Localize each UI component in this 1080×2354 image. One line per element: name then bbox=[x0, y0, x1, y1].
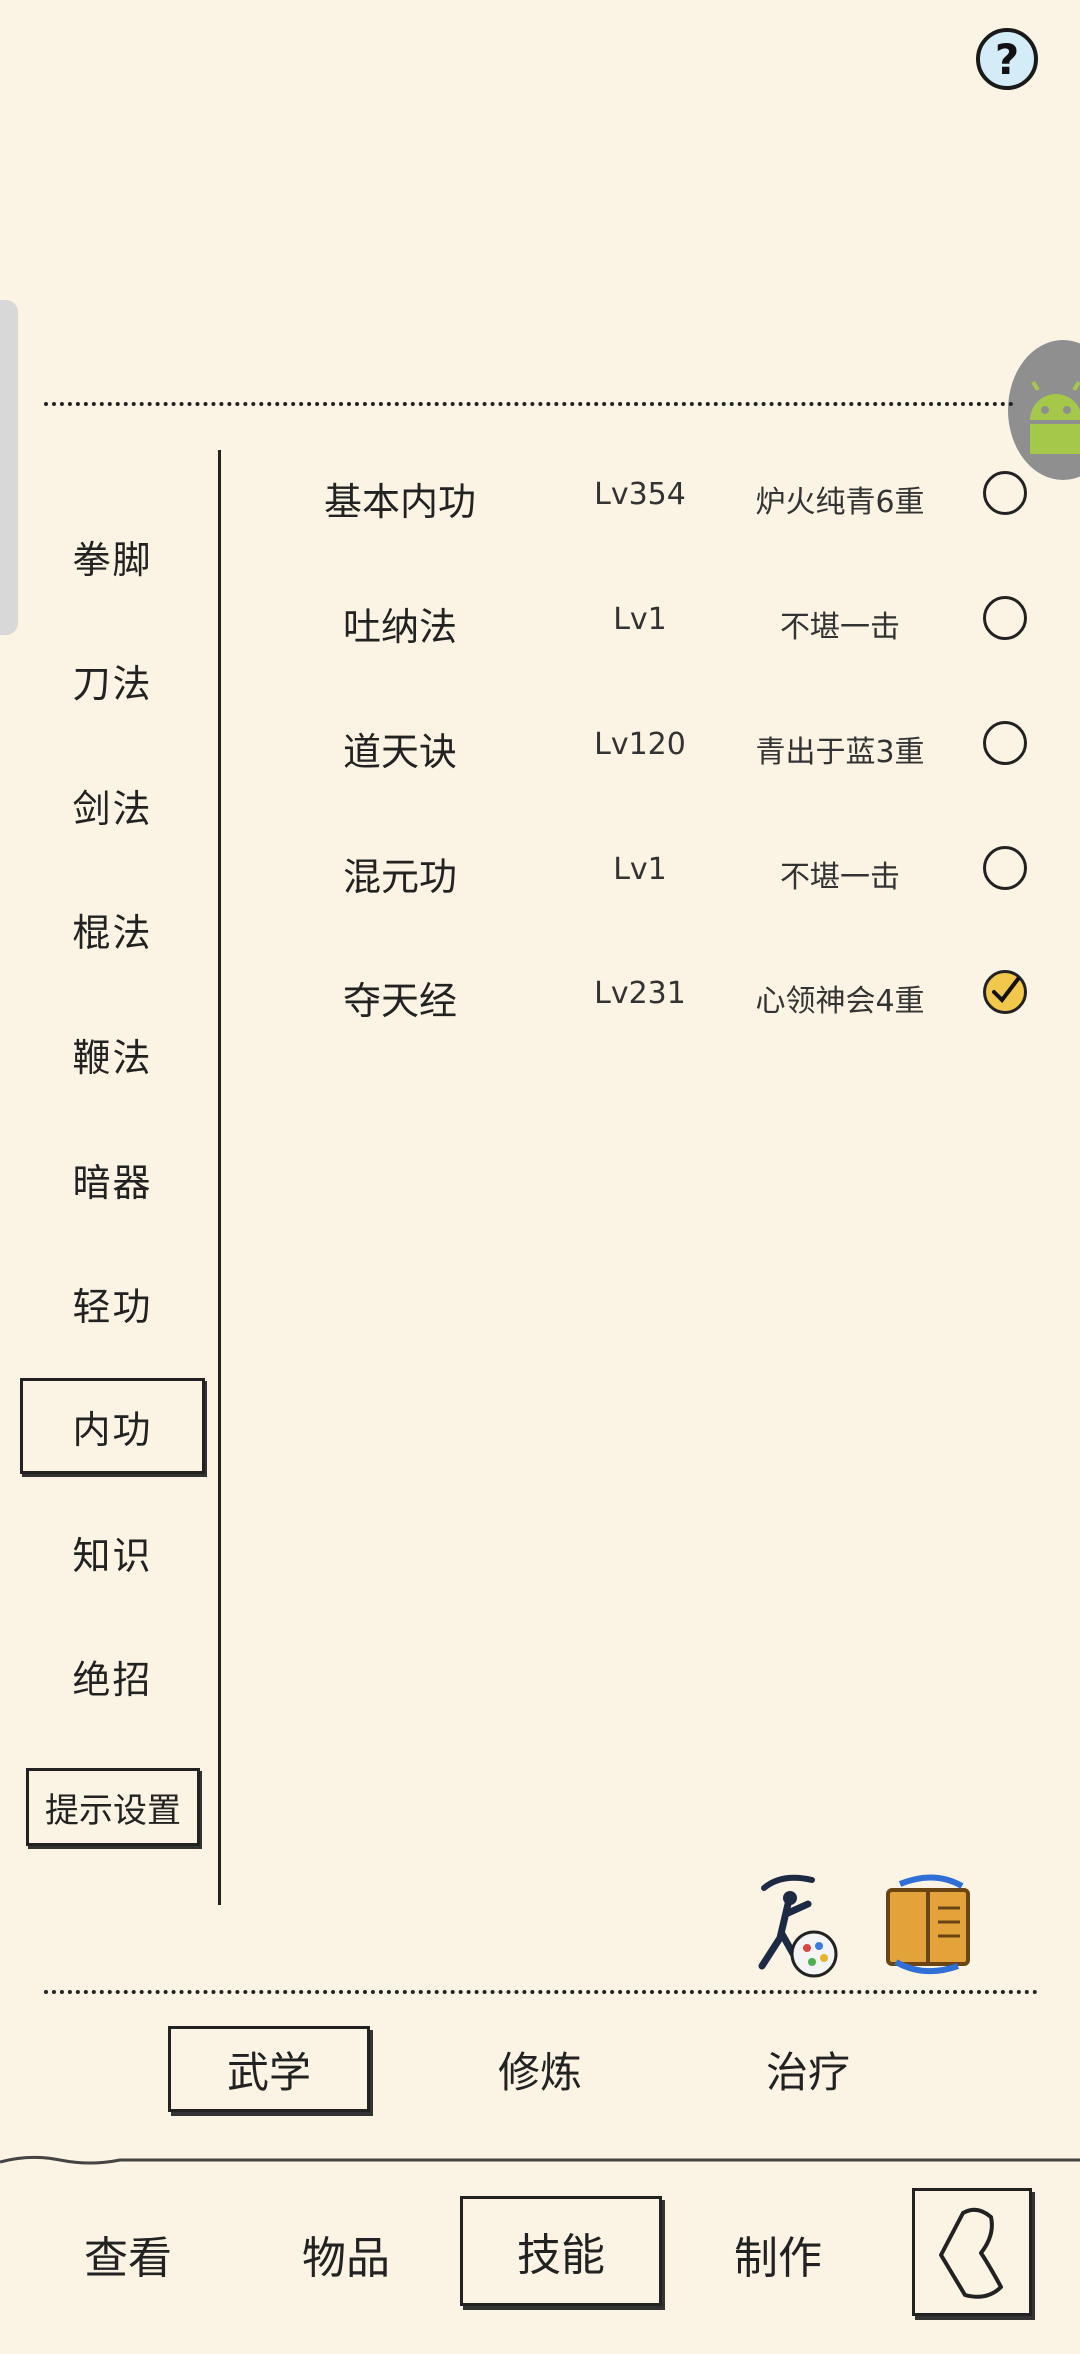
skill-select-radio[interactable] bbox=[983, 846, 1027, 890]
skill-select-radio[interactable] bbox=[983, 596, 1027, 640]
category-bianfa[interactable]: 鞭法 bbox=[20, 1016, 205, 1092]
subtab-label: 修炼 bbox=[497, 2047, 582, 2097]
bottom-divider bbox=[44, 1990, 1038, 1994]
martial-art-style-icon[interactable] bbox=[742, 1868, 842, 1978]
edge-drawer-handle[interactable] bbox=[0, 300, 18, 635]
skill-name: 混元功 bbox=[342, 855, 457, 899]
category-gunfa[interactable]: 棍法 bbox=[20, 891, 205, 967]
skill-swap-book-icon[interactable] bbox=[874, 1870, 984, 1980]
nav-view[interactable]: 查看 bbox=[30, 2210, 226, 2298]
category-label: 剑法 bbox=[72, 786, 153, 831]
nav-items[interactable]: 物品 bbox=[248, 2210, 444, 2298]
skill-row[interactable]: 混元功 Lv1 不堪一击 bbox=[280, 830, 1050, 910]
category-label: 拳脚 bbox=[72, 537, 153, 582]
skill-tier: 不堪一击 bbox=[780, 860, 900, 895]
subtab-label: 治疗 bbox=[765, 2047, 850, 2097]
skill-level: Lv231 bbox=[594, 976, 686, 1011]
nav-label: 查看 bbox=[84, 2233, 172, 2284]
skill-tier: 炉火纯青6重 bbox=[755, 485, 925, 520]
subtab-label: 武学 bbox=[226, 2047, 311, 2097]
back-arrow-icon bbox=[939, 2207, 1003, 2299]
category-label: 轻功 bbox=[72, 1284, 153, 1329]
category-anqi[interactable]: 暗器 bbox=[20, 1141, 205, 1217]
help-button[interactable]: ? bbox=[976, 28, 1038, 90]
skill-level: Lv120 bbox=[594, 727, 686, 762]
nav-skills[interactable]: 技能 bbox=[460, 2196, 662, 2306]
category-daofa[interactable]: 刀法 bbox=[20, 642, 205, 718]
hint-settings-button[interactable]: 提示设置 bbox=[26, 1768, 200, 1846]
skill-name: 基本内功 bbox=[323, 480, 476, 524]
category-label: 内功 bbox=[72, 1407, 153, 1452]
category-jianfa[interactable]: 剑法 bbox=[20, 767, 205, 843]
skill-name: 吐纳法 bbox=[342, 605, 457, 649]
category-label: 棍法 bbox=[72, 910, 153, 955]
skill-row[interactable]: 夺天经 Lv231 心领神会4重 bbox=[280, 954, 1050, 1034]
skill-select-radio-checked[interactable] bbox=[983, 970, 1027, 1014]
category-label: 刀法 bbox=[72, 661, 153, 706]
skill-select-radio[interactable] bbox=[983, 471, 1027, 515]
subtab-wuxue[interactable]: 武学 bbox=[168, 2026, 370, 2112]
category-divider bbox=[218, 450, 221, 1905]
category-qinggong[interactable]: 轻功 bbox=[20, 1265, 205, 1341]
skill-level: Lv1 bbox=[613, 602, 667, 637]
category-juezhao[interactable]: 绝招 bbox=[20, 1638, 205, 1714]
category-label: 知识 bbox=[72, 1533, 153, 1578]
nav-separator bbox=[0, 2155, 1080, 2165]
category-label: 暗器 bbox=[72, 1160, 153, 1205]
nav-label: 技能 bbox=[517, 2230, 605, 2281]
category-label: 鞭法 bbox=[72, 1035, 153, 1080]
subtab-xiulian[interactable]: 修炼 bbox=[440, 2026, 640, 2112]
subtab-zhiliao[interactable]: 治疗 bbox=[708, 2026, 908, 2112]
skill-row[interactable]: 基本内功 Lv354 炉火纯青6重 bbox=[280, 455, 1050, 535]
skill-row[interactable]: 吐纳法 Lv1 不堪一击 bbox=[280, 580, 1050, 660]
skill-row[interactable]: 道天诀 Lv120 青出于蓝3重 bbox=[280, 705, 1050, 785]
skill-tier: 心领神会4重 bbox=[755, 984, 925, 1019]
category-neigong[interactable]: 内功 bbox=[20, 1378, 205, 1474]
nav-label: 物品 bbox=[302, 2233, 390, 2284]
skill-tier: 不堪一击 bbox=[780, 610, 900, 645]
check-icon bbox=[992, 977, 1020, 1004]
skill-select-radio[interactable] bbox=[983, 721, 1027, 765]
hint-settings-label: 提示设置 bbox=[45, 1790, 181, 1831]
skill-name: 道天诀 bbox=[342, 730, 457, 774]
skill-tier: 青出于蓝3重 bbox=[755, 735, 925, 770]
skill-level: Lv354 bbox=[594, 477, 686, 512]
top-divider bbox=[44, 402, 1014, 406]
nav-craft[interactable]: 制作 bbox=[680, 2210, 876, 2298]
help-icon: ? bbox=[994, 34, 1020, 84]
category-label: 绝招 bbox=[72, 1657, 153, 1702]
skill-name: 夺天经 bbox=[342, 979, 457, 1023]
nav-label: 制作 bbox=[734, 2233, 822, 2284]
back-button[interactable] bbox=[912, 2188, 1032, 2316]
category-zhishi[interactable]: 知识 bbox=[20, 1514, 205, 1590]
category-quanjiao[interactable]: 拳脚 bbox=[20, 518, 205, 594]
skill-level: Lv1 bbox=[613, 852, 667, 887]
